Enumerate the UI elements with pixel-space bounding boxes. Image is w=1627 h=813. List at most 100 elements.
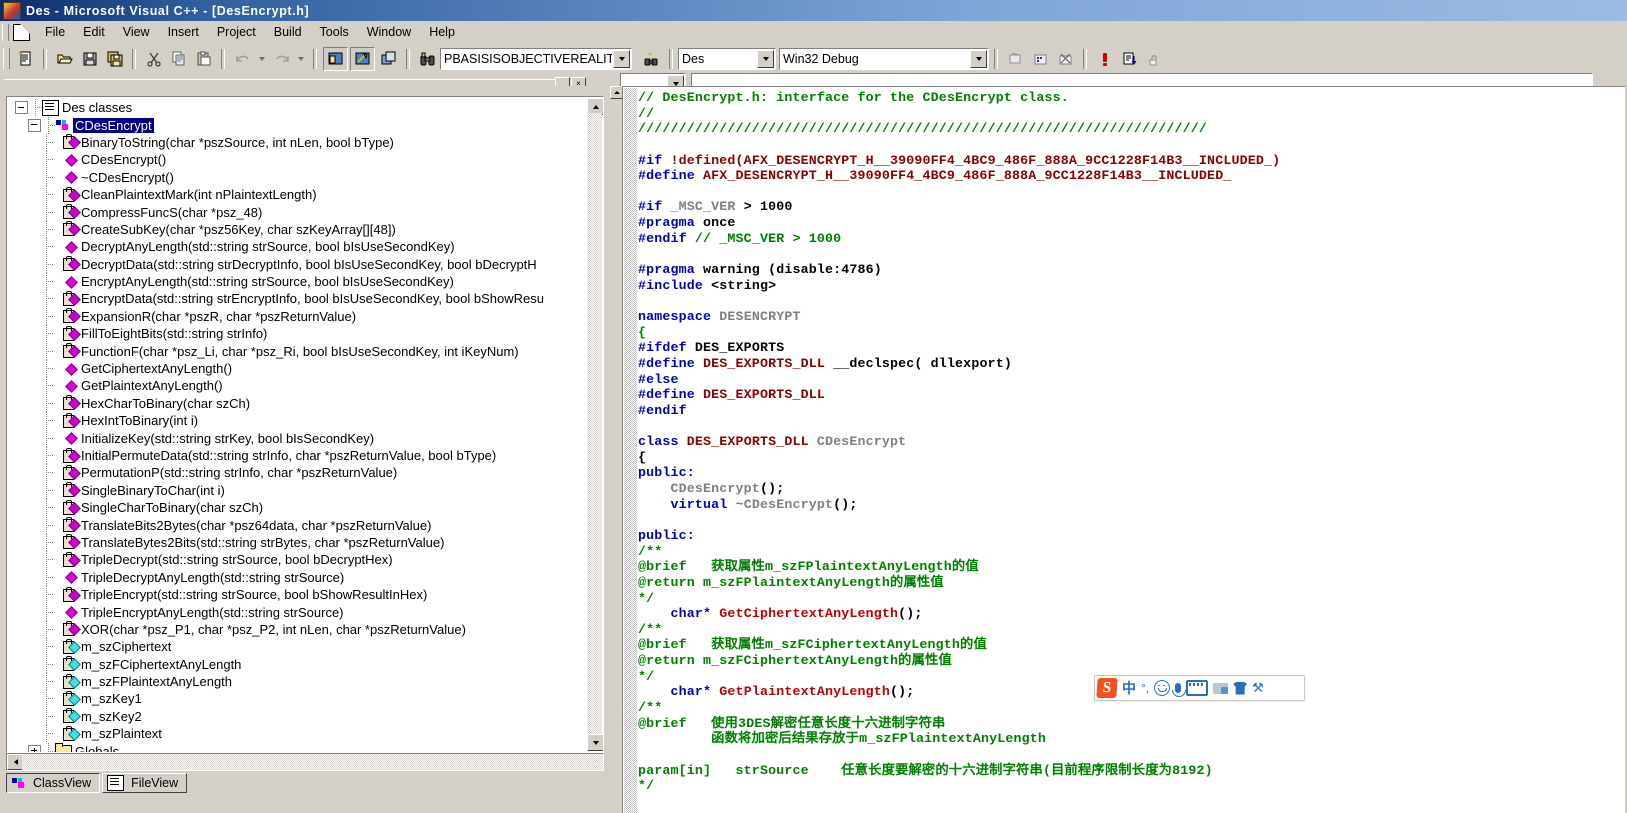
classview-horizontal-scrollbar[interactable] — [6, 753, 604, 771]
workspace-window-icon[interactable] — [323, 46, 348, 71]
tree-item[interactable]: Des classes — [7, 99, 587, 117]
tree-item[interactable]: m_szPlaintext — [7, 725, 587, 743]
tree-item[interactable]: SingleCharToBinary(char szCh) — [7, 499, 587, 517]
tree-item[interactable]: Globals — [7, 742, 587, 752]
tree-item[interactable]: HexIntToBinary(int i) — [7, 412, 587, 430]
tree-item[interactable]: CreateSubKey(char *psz56Key, char szKeyA… — [7, 220, 587, 238]
save-icon[interactable] — [78, 48, 101, 70]
editor-code-text[interactable]: // DesEncrypt.h: interface for the CDesE… — [638, 90, 1625, 813]
project-combo[interactable]: Des — [678, 47, 776, 70]
configuration-combo[interactable]: Win32 Debug — [779, 47, 989, 70]
tree-item[interactable]: InitialPermuteData(std::string strInfo, … — [7, 447, 587, 464]
tree-item[interactable]: FunctionF(char *psz_Li, char *psz_Ri, bo… — [7, 342, 587, 360]
tree-toggle-icon[interactable] — [15, 101, 28, 115]
tree-item[interactable]: m_szKey2 — [7, 707, 587, 725]
redo-icon — [270, 48, 293, 70]
find-in-files-icon[interactable] — [640, 48, 663, 70]
menu-item-edit[interactable]: Edit — [74, 23, 114, 41]
tree-item[interactable]: TripleDecrypt(std::string strSource, boo… — [7, 551, 587, 569]
tree-toggle-icon[interactable] — [28, 118, 41, 132]
configuration-combo-dropdown[interactable] — [970, 49, 987, 68]
tree-item[interactable]: SingleBinaryToChar(int i) — [7, 481, 587, 499]
tree-item[interactable]: TripleEncrypt(std::string strSource, boo… — [7, 586, 587, 604]
tree-item[interactable]: TripleDecryptAnyLength(std::string strSo… — [7, 568, 587, 586]
tree-item[interactable]: CompressFuncS(char *psz_48) — [7, 203, 587, 221]
find-combo[interactable]: PBASISISOBJECTIVEREALIT — [440, 47, 632, 70]
editor-selection-margin[interactable] — [624, 88, 637, 813]
binoculars-icon[interactable] — [416, 48, 439, 70]
find-input[interactable]: PBASISISOBJECTIVEREALIT — [441, 52, 612, 66]
classview-tree[interactable]: Des classes CDesEncrypt BinaryToString(cha… — [6, 96, 604, 753]
cut-scissors-icon[interactable] — [142, 48, 165, 70]
skin-shirt-icon[interactable] — [1233, 678, 1248, 698]
tree-item[interactable]: ~CDesEncrypt() — [7, 168, 587, 186]
tree-item[interactable]: m_szFCiphertextAnyLength — [7, 655, 587, 673]
tree-item[interactable]: InitializeKey(std::string strKey, bool b… — [7, 429, 587, 447]
punctuation-mode-icon[interactable]: °, — [1141, 678, 1149, 698]
tree-item[interactable]: CDesEncrypt() — [7, 151, 587, 169]
tree-item[interactable]: GetCiphertextAnyLength() — [7, 360, 587, 378]
copy-icon[interactable] — [167, 48, 190, 70]
tree-item[interactable]: DecryptData(std::string strDecryptInfo, … — [7, 255, 587, 273]
user-card-icon[interactable] — [1213, 678, 1229, 698]
tree-item[interactable]: XOR(char *psz_P1, char *psz_P2, int nLen… — [7, 620, 587, 638]
tree-item[interactable]: DecryptAnyLength(std::string strSource, … — [7, 238, 587, 256]
tree-item[interactable]: EncryptData(std::string strEncryptInfo, … — [7, 290, 587, 308]
sogou-input-method[interactable]: S 中 °, ⚒ — [1094, 675, 1305, 701]
window-list-icon[interactable] — [377, 48, 400, 70]
tree-item[interactable]: m_szFPlaintextAnyLength — [7, 673, 587, 691]
tree-item[interactable]: CleanPlaintextMark(int nPlaintextLength) — [7, 186, 587, 204]
emoji-icon[interactable] — [1154, 678, 1171, 698]
menu-grip[interactable] — [2, 23, 9, 41]
menu-item-file[interactable]: File — [36, 23, 74, 41]
tree-item[interactable]: TranslateBytes2Bits(std::string strBytes… — [7, 533, 587, 551]
menu-item-help[interactable]: Help — [420, 23, 464, 41]
toolbar-grip[interactable] — [3, 48, 10, 69]
code-editor[interactable]: // DesEncrypt.h: interface for the CDesE… — [622, 86, 1625, 813]
chinese-mode-icon[interactable]: 中 — [1122, 678, 1136, 698]
classview-vertical-scrollbar[interactable] — [587, 98, 603, 751]
execute-program-icon[interactable] — [1093, 48, 1116, 70]
tree-item[interactable]: TranslateBits2Bytes(char *psz64data, cha… — [7, 516, 587, 534]
output-window-icon[interactable] — [350, 46, 375, 71]
tree-item[interactable]: HexCharToBinary(char szCh) — [7, 394, 587, 412]
tab-classview[interactable]: ClassView — [6, 773, 101, 793]
tree-item[interactable]: m_szKey1 — [7, 690, 587, 708]
tree-item-label: m_szCiphertext — [81, 639, 172, 655]
sogou-logo-icon[interactable]: S — [1096, 678, 1118, 698]
menu-item-tools[interactable]: Tools — [311, 23, 358, 41]
save-all-icon[interactable] — [103, 48, 126, 70]
paste-icon[interactable] — [192, 48, 215, 70]
tree-item[interactable]: FillToEightBits(std::string strInfo) — [7, 325, 587, 343]
tree-item[interactable]: GetPlaintextAnyLength() — [7, 377, 587, 395]
go-debug-icon[interactable] — [1118, 48, 1141, 70]
code-token: CDesEncrypt — [808, 434, 907, 450]
hscroll-track[interactable] — [22, 754, 603, 770]
scroll-down-button[interactable] — [587, 734, 603, 751]
menu-item-project[interactable]: Project — [208, 23, 265, 41]
toolbox-icon[interactable]: ⚒ — [1252, 678, 1264, 698]
scroll-track[interactable] — [587, 113, 602, 736]
menu-item-view[interactable]: View — [114, 23, 159, 41]
tree-item[interactable]: m_szCiphertext — [7, 638, 587, 656]
tree-item[interactable]: EncryptAnyLength(std::string strSource, … — [7, 273, 587, 291]
tree-item[interactable]: TripleEncryptAnyLength(std::string strSo… — [7, 603, 587, 621]
open-folder-icon[interactable] — [53, 48, 76, 70]
find-combo-dropdown[interactable] — [613, 49, 630, 68]
menu-item-build[interactable]: Build — [265, 23, 311, 41]
project-combo-dropdown[interactable] — [757, 49, 774, 68]
document-icon[interactable] — [13, 23, 30, 41]
tree-item[interactable]: BinaryToString(char *pszSource, int nLen… — [7, 133, 587, 151]
tab-fileview[interactable]: FileView — [102, 773, 188, 793]
soft-keyboard-icon[interactable] — [1186, 678, 1209, 698]
new-text-file-icon[interactable] — [14, 48, 37, 70]
tree-item[interactable]: ExpansionR(char *pszR, char *pszReturnVa… — [7, 307, 587, 325]
menu-item-insert[interactable]: Insert — [159, 23, 208, 41]
editor-surface[interactable]: // DesEncrypt.h: interface for the CDesE… — [622, 86, 1625, 813]
tree-item[interactable]: CDesEncrypt — [7, 116, 587, 134]
tree-item[interactable]: PermutationP(std::string strInfo, char *… — [7, 464, 587, 482]
voice-input-icon[interactable] — [1172, 678, 1187, 698]
menu-item-window[interactable]: Window — [358, 23, 420, 41]
tree-toggle-icon[interactable] — [28, 744, 41, 752]
editor-left-scroll-strip[interactable] — [610, 86, 623, 813]
